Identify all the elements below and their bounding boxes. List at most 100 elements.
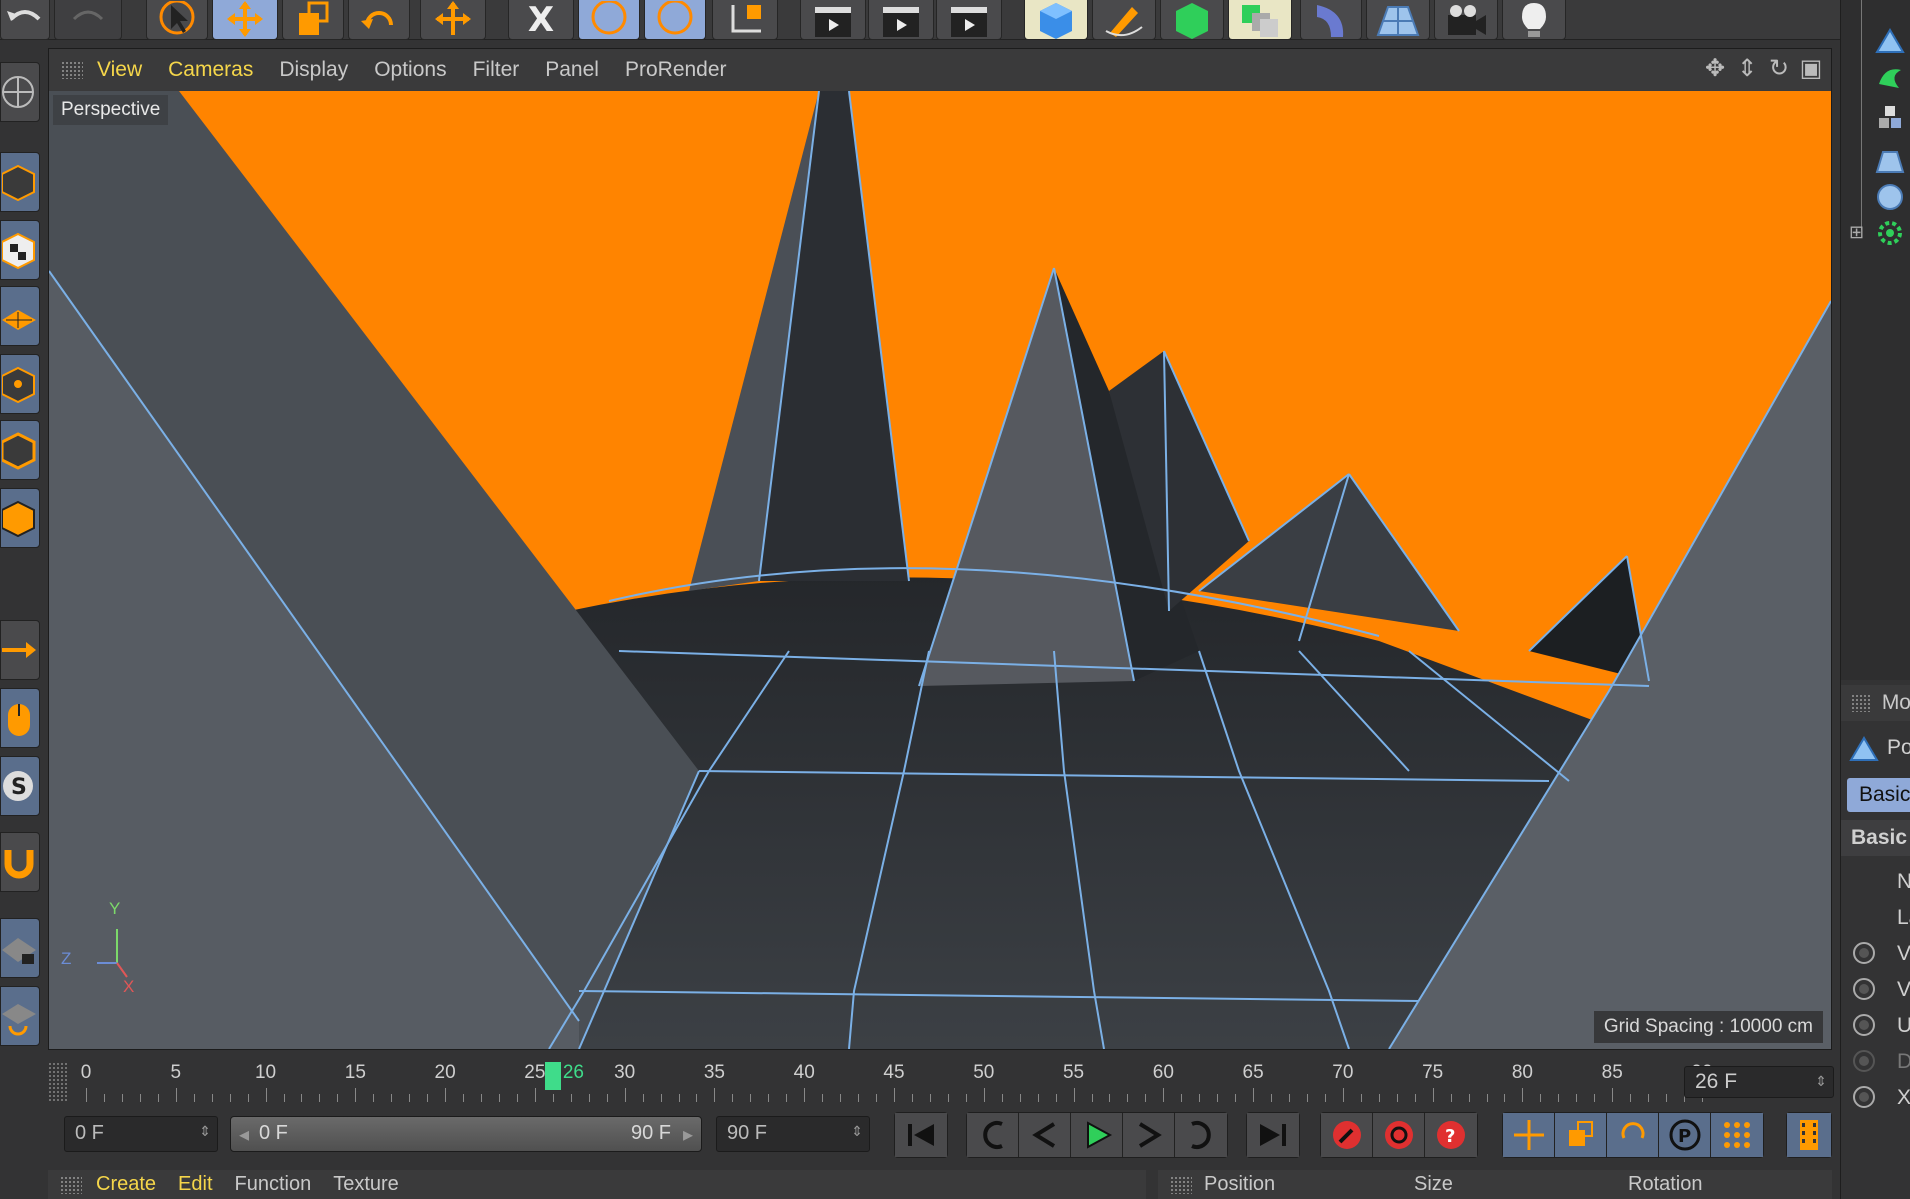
- recent-tool-button[interactable]: [420, 0, 486, 40]
- record-active-objects-button[interactable]: [1321, 1113, 1373, 1157]
- point-level-key-button[interactable]: [1711, 1113, 1763, 1157]
- xray-radio[interactable]: [1853, 1086, 1875, 1108]
- light-button[interactable]: [1502, 0, 1566, 40]
- menu-edit[interactable]: Edit: [178, 1173, 212, 1196]
- parameter-key-button[interactable]: P: [1659, 1113, 1711, 1157]
- panel-grip[interactable]: [60, 1175, 82, 1194]
- model-mode-button[interactable]: [0, 152, 40, 212]
- go-to-start-button[interactable]: [895, 1113, 947, 1157]
- workplane-mode-button[interactable]: [0, 286, 40, 346]
- cube-object-button[interactable]: [1024, 0, 1088, 40]
- go-to-end-button[interactable]: [1247, 1113, 1299, 1157]
- panel-grip[interactable]: [1170, 1175, 1192, 1194]
- previous-key-button[interactable]: [967, 1113, 1019, 1157]
- timeline-ruler[interactable]: 05101520253035404550556065707580859026: [78, 1062, 1713, 1108]
- range-left-handle-icon[interactable]: ◂: [239, 1122, 249, 1147]
- autokeying-button[interactable]: [1373, 1113, 1425, 1157]
- workplane-lock-button[interactable]: [0, 918, 40, 978]
- redo-button[interactable]: [54, 0, 122, 40]
- polygons-mode-button[interactable]: [0, 488, 40, 548]
- floor-button[interactable]: [1366, 0, 1430, 40]
- tab-basic[interactable]: Basic: [1847, 778, 1910, 812]
- preview-end-field[interactable]: 90 F ⇕: [716, 1116, 870, 1152]
- axis-mode-button[interactable]: [0, 620, 40, 680]
- keyframe-selection-button[interactable]: ?: [1425, 1113, 1477, 1157]
- scale-tool-button[interactable]: [282, 0, 344, 40]
- object-row-null[interactable]: [1841, 100, 1910, 136]
- workplane-rotate-button[interactable]: [0, 986, 40, 1046]
- display-color-radio[interactable]: [1853, 1050, 1875, 1072]
- menu-function[interactable]: Function: [235, 1173, 312, 1196]
- object-row-sky[interactable]: [1841, 180, 1910, 216]
- coordinate-system-button[interactable]: [712, 0, 778, 40]
- menu-filter[interactable]: Filter: [473, 58, 520, 82]
- render-picture-viewer-button[interactable]: [868, 0, 934, 40]
- y-axis-button[interactable]: [578, 0, 640, 40]
- attr-display-color-label: Di: [1897, 1050, 1910, 1073]
- timeline-grip[interactable]: [48, 1062, 68, 1102]
- orbit-icon[interactable]: ↻: [1765, 55, 1793, 83]
- play-button[interactable]: [1071, 1113, 1123, 1157]
- menu-display[interactable]: Display: [279, 58, 348, 82]
- object-row-floor[interactable]: [1841, 144, 1910, 180]
- spin-arrows-icon[interactable]: ⇕: [1815, 1073, 1827, 1090]
- undo-button[interactable]: [0, 0, 50, 40]
- spin-arrows-icon[interactable]: ⇕: [199, 1123, 211, 1140]
- scale-key-button[interactable]: [1555, 1113, 1607, 1157]
- attr-header-label[interactable]: Mo: [1882, 691, 1910, 715]
- subdivision-surface-button[interactable]: [1160, 0, 1224, 40]
- spline-pen-button[interactable]: [1092, 0, 1156, 40]
- panel-grip[interactable]: [1851, 694, 1870, 712]
- points-mode-button[interactable]: [0, 354, 40, 414]
- current-frame-marker[interactable]: [544, 1062, 561, 1090]
- render-view-button[interactable]: [800, 0, 866, 40]
- object-row-landscape[interactable]: [1841, 24, 1910, 60]
- panel-grip[interactable]: [61, 61, 83, 79]
- maximize-panel-icon[interactable]: ▣: [1797, 55, 1825, 83]
- menu-view[interactable]: View: [97, 58, 142, 82]
- next-frame-button[interactable]: [1123, 1113, 1175, 1157]
- rotate-tool-button[interactable]: [348, 0, 410, 40]
- pan-icon[interactable]: ✥: [1701, 55, 1729, 83]
- menu-create[interactable]: Create: [96, 1173, 156, 1196]
- camera-button[interactable]: [1434, 0, 1498, 40]
- tweak-mode-button[interactable]: [0, 688, 40, 748]
- texture-mode-button[interactable]: [0, 220, 40, 280]
- preview-range-slider[interactable]: ◂ 0 F 90 F ▸: [230, 1116, 702, 1152]
- timeline-window-button[interactable]: [1787, 1113, 1831, 1157]
- use-color-radio[interactable]: [1853, 1014, 1875, 1036]
- visible-editor-radio[interactable]: [1853, 942, 1875, 964]
- range-right-handle-icon[interactable]: ▸: [683, 1122, 693, 1147]
- edges-mode-button[interactable]: [0, 420, 40, 480]
- camera-label[interactable]: Perspective: [53, 95, 169, 125]
- rotation-key-button[interactable]: [1607, 1113, 1659, 1157]
- move-tool-button[interactable]: [212, 0, 278, 40]
- menu-options[interactable]: Options: [374, 58, 446, 82]
- current-frame-field[interactable]: 26 F ⇕: [1684, 1066, 1834, 1098]
- array-button[interactable]: [1228, 0, 1292, 40]
- viewport-canvas[interactable]: Perspective Y Z X Grid Spacing : 10000 c…: [49, 91, 1831, 1049]
- snap-button[interactable]: S: [0, 756, 40, 816]
- live-selection-button[interactable]: [146, 0, 208, 40]
- menu-texture[interactable]: Texture: [333, 1173, 399, 1196]
- prev-frame-icon: [1031, 1122, 1055, 1148]
- next-key-button[interactable]: [1175, 1113, 1227, 1157]
- dolly-icon[interactable]: ⇕: [1733, 55, 1761, 83]
- render-settings-button[interactable]: [936, 0, 1002, 40]
- preview-start-field[interactable]: 0 F ⇕: [64, 1116, 218, 1152]
- z-axis-button[interactable]: [644, 0, 706, 40]
- spin-arrows-icon[interactable]: ⇕: [851, 1123, 863, 1140]
- deformer-button[interactable]: [1300, 0, 1362, 40]
- menu-prorender[interactable]: ProRender: [625, 58, 727, 82]
- visible-renderer-radio[interactable]: [1853, 978, 1875, 1000]
- expand-plus-icon[interactable]: ⊞: [1849, 222, 1864, 243]
- position-key-button[interactable]: [1503, 1113, 1555, 1157]
- menu-panel[interactable]: Panel: [545, 58, 599, 82]
- object-row-environment[interactable]: ⊞: [1841, 216, 1910, 252]
- x-axis-button[interactable]: X: [508, 0, 574, 40]
- object-row-deformer[interactable]: [1841, 60, 1910, 96]
- magnet-button[interactable]: [0, 832, 40, 892]
- make-editable-button[interactable]: [0, 62, 40, 122]
- previous-frame-button[interactable]: [1019, 1113, 1071, 1157]
- menu-cameras[interactable]: Cameras: [168, 58, 253, 82]
